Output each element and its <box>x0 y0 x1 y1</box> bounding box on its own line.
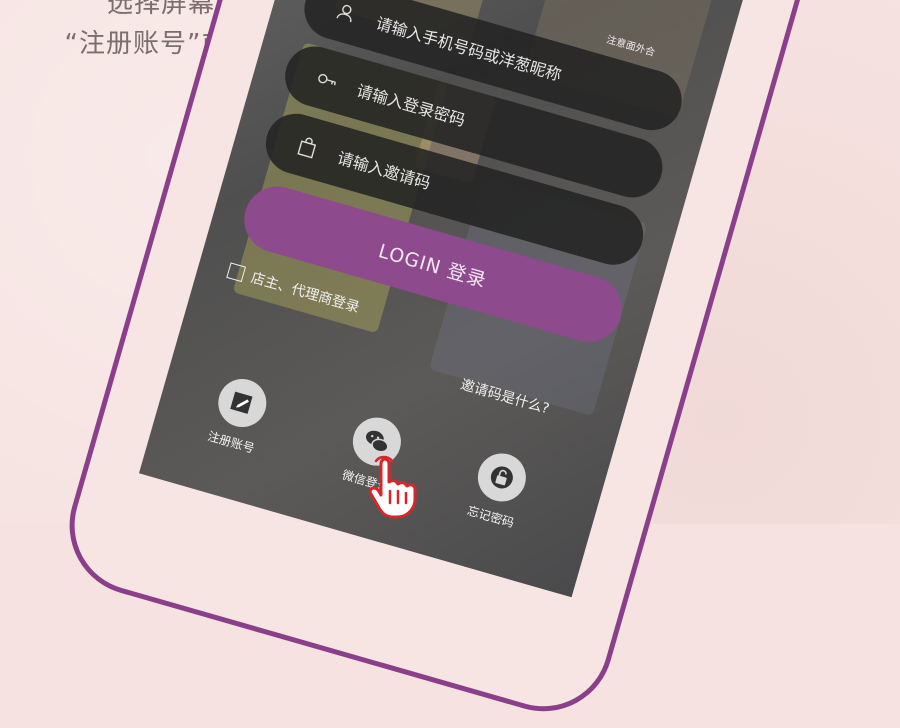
unlock-icon[interactable] <box>472 447 532 508</box>
bag-icon <box>293 132 323 162</box>
user-icon <box>331 0 361 27</box>
invite-placeholder: 请输入邀请码 <box>335 148 433 193</box>
forgot-label: 忘记密码 <box>465 503 516 531</box>
password-placeholder: 请输入登录密码 <box>354 80 468 131</box>
checkbox-box[interactable] <box>226 262 247 283</box>
register-label: 注册账号 <box>206 429 257 456</box>
key-icon <box>312 65 342 95</box>
register-action[interactable]: 注册账号 <box>181 366 297 464</box>
edit-icon[interactable] <box>212 373 273 433</box>
pointing-hand-icon <box>368 455 417 519</box>
